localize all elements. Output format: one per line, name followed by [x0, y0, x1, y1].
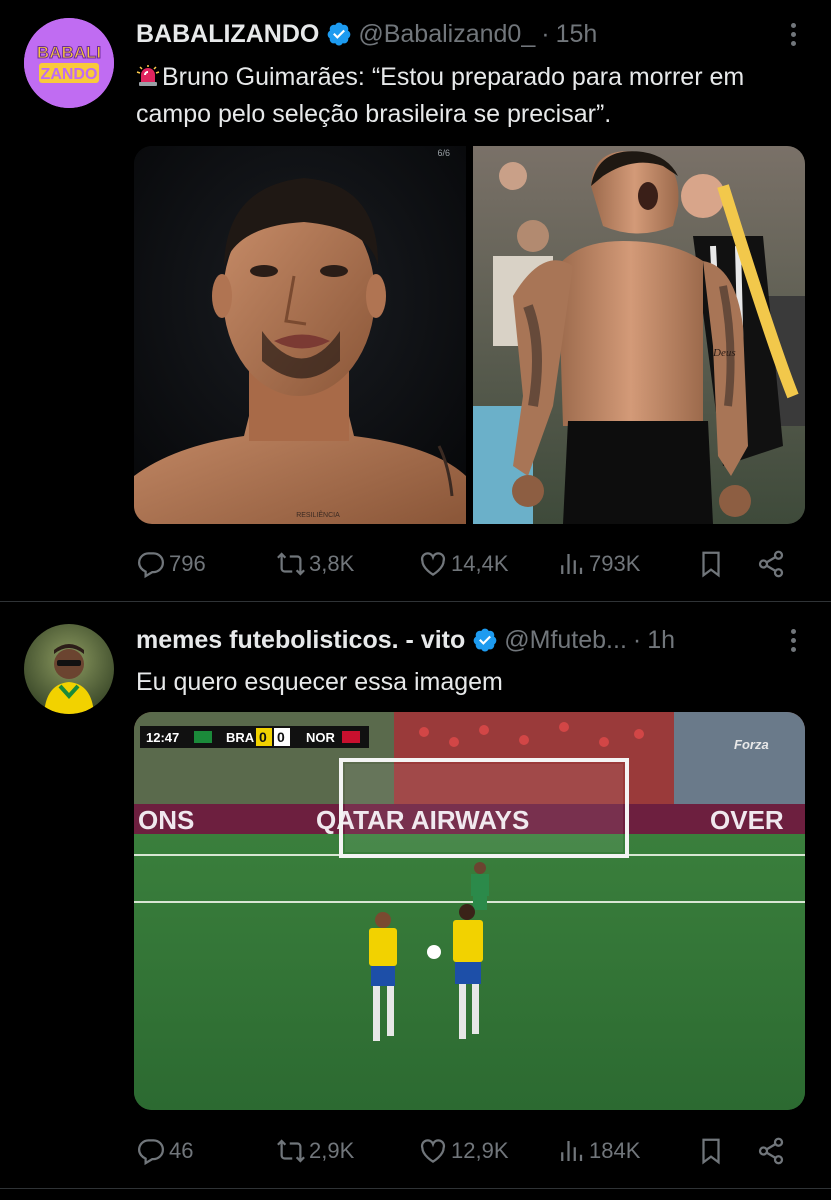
reply-button[interactable]: 796 [136, 544, 206, 584]
tweet-text: Bruno Guimarães: “Estou preparado para m… [136, 59, 801, 133]
tweet-header: BABALIZANDO @Babalizand0_ · 15h [136, 16, 811, 52]
repost-button[interactable]: 3,8K [276, 544, 354, 584]
share-button[interactable] [756, 544, 786, 584]
display-name[interactable]: BABALIZANDO [136, 20, 319, 49]
timestamp[interactable]: 15h [556, 20, 598, 49]
like-button[interactable]: 14,4K [418, 544, 509, 584]
tweet-text: Eu quero esquecer essa imagem [136, 664, 801, 701]
views-icon [561, 1141, 583, 1161]
repost-button[interactable]: 2,9K [276, 1131, 354, 1171]
views-count: 793K [589, 551, 641, 576]
handle[interactable]: @Babalizand0_ [358, 20, 535, 49]
separator-dot: · [632, 625, 642, 654]
like-count: 14,4K [451, 551, 509, 576]
score-home: 0 [259, 729, 267, 745]
logo-line-1: BABALI [37, 43, 101, 62]
display-name[interactable]: memes futebolisticos. - vito [136, 626, 465, 655]
reply-button[interactable]: 46 [136, 1131, 193, 1171]
match-frame-image: ONS QATAR AIRWAYS OVER 12:47 BRA 0 0 NOR… [134, 712, 805, 1110]
bookmark-icon [702, 551, 720, 578]
avatar-memes-futebolisticos[interactable] [24, 624, 114, 714]
reply-icon [137, 1139, 165, 1166]
repost-icon [277, 552, 305, 576]
bookmark-icon [702, 1138, 720, 1165]
more-icon[interactable] [783, 20, 803, 50]
tweet-divider [0, 1188, 831, 1189]
timestamp[interactable]: 1h [647, 626, 675, 655]
player-portrait-image: RESILIÊNCIA 6/6 [134, 146, 466, 524]
watermark-text: Forza [734, 737, 769, 752]
media-counter: 6/6 [437, 148, 450, 158]
score-home-team: BRA [226, 730, 255, 745]
verified-badge-icon[interactable] [326, 21, 352, 47]
views-icon [561, 554, 583, 574]
like-icon [420, 1139, 446, 1163]
babalizando-logo: BABALI ZANDO [24, 18, 114, 108]
bookmark-button[interactable] [696, 1131, 726, 1171]
like-icon [420, 552, 446, 576]
siren-emoji-icon [136, 65, 160, 86]
share-button[interactable] [756, 1131, 786, 1171]
share-icon [758, 1137, 784, 1165]
logo-line-2: ZANDO [41, 66, 98, 83]
views-button[interactable]: 184K [556, 1131, 640, 1171]
repost-count: 2,9K [309, 1138, 355, 1163]
banner-left-text: ONS [138, 805, 194, 835]
player-celebration-image: Deus [473, 146, 805, 524]
views-count: 184K [589, 1138, 641, 1163]
avatar-image [24, 624, 114, 714]
score-clock: 12:47 [146, 730, 179, 745]
score-away: 0 [277, 729, 285, 745]
bookmark-button[interactable] [696, 544, 726, 584]
score-away-team: NOR [306, 730, 336, 745]
reply-icon [137, 552, 165, 579]
tweet-header: memes futebolisticos. - vito @Mfuteb... … [136, 622, 811, 658]
action-bar: 796 3,8K 14,4K 793K [136, 544, 796, 584]
separator-dot: · [541, 19, 550, 48]
tweet-2[interactable]: memes futebolisticos. - vito @Mfuteb... … [0, 602, 831, 1200]
more-icon[interactable] [783, 626, 803, 656]
banner-right-text: OVER [710, 805, 784, 835]
action-bar: 46 2,9K 12,9K 184K [136, 1131, 796, 1171]
tweet-text-content: Bruno Guimarães: “Estou preparado para m… [136, 63, 745, 128]
reply-count: 796 [169, 551, 206, 576]
verified-badge-icon[interactable] [472, 627, 498, 653]
like-button[interactable]: 12,9K [418, 1131, 509, 1171]
arm-tattoo-text: Deus [712, 347, 736, 359]
media-video-frame[interactable]: ONS QATAR AIRWAYS OVER 12:47 BRA 0 0 NOR… [134, 712, 805, 1110]
tattoo-text: RESILIÊNCIA [296, 510, 340, 519]
repost-icon [277, 1139, 305, 1163]
repost-count: 3,8K [309, 551, 355, 576]
media-photo-2[interactable]: Deus [473, 146, 805, 524]
tweet-text-content: Eu quero esquecer essa imagem [136, 668, 503, 696]
handle[interactable]: @Mfuteb... [504, 626, 627, 655]
share-icon [758, 550, 784, 578]
media-photo-1[interactable]: RESILIÊNCIA 6/6 [134, 146, 466, 524]
reply-count: 46 [169, 1138, 194, 1163]
like-count: 12,9K [451, 1138, 509, 1163]
views-button[interactable]: 793K [556, 544, 640, 584]
tweet-1[interactable]: BABALI ZANDO BABALIZANDO @Babalizand0_ ·… [0, 0, 831, 600]
avatar-babalizando[interactable]: BABALI ZANDO [24, 18, 114, 108]
